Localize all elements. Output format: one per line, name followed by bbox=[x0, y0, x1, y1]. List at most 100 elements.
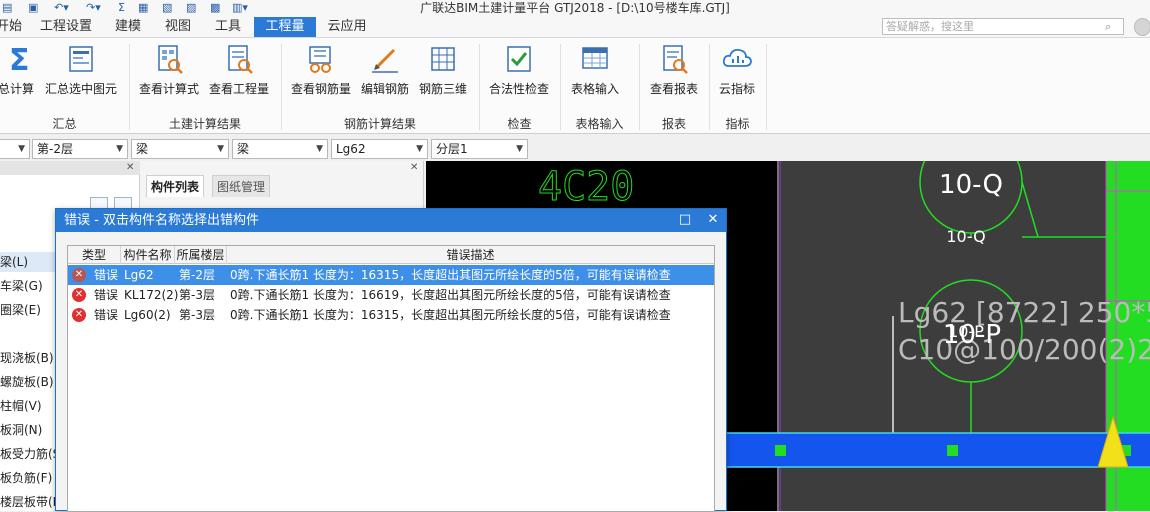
row-name[interactable]: KL172(2) bbox=[124, 285, 178, 305]
ribbon-separator bbox=[766, 44, 767, 130]
beam-name-label: Lg62 [8722] 250*55 bbox=[898, 296, 1150, 329]
validity-check-icon bbox=[507, 46, 531, 72]
chevron-down-icon: ▼ bbox=[217, 144, 224, 154]
tab-drawing-management[interactable]: 图纸管理 bbox=[212, 175, 271, 197]
tree-item-ramp-beam[interactable]: 车梁(G) bbox=[0, 276, 43, 296]
error-icon: ✕ bbox=[72, 268, 86, 282]
close-button[interactable]: ✕ bbox=[702, 209, 724, 232]
open-icon[interactable]: ▤ bbox=[2, 0, 12, 17]
menu-item-view[interactable]: 视图 bbox=[158, 17, 198, 37]
tree-item-column-cap[interactable]: 柱帽(V) bbox=[0, 396, 42, 416]
group-label-civil-results: 土建计算结果 bbox=[168, 117, 241, 131]
rebar-3d-button[interactable]: 钢筋三维 bbox=[416, 41, 470, 101]
table-icon[interactable]: ▥▾ bbox=[232, 0, 248, 17]
dialog-title[interactable]: 错误 - 双击构件名称选择出错构件 bbox=[56, 209, 726, 232]
maximize-icon: □ bbox=[678, 212, 692, 227]
search-input[interactable]: 答疑解惑，搜这里 bbox=[882, 18, 1124, 35]
view-icon[interactable]: ▦ bbox=[138, 0, 148, 17]
column-header-name[interactable]: 构件名称 bbox=[121, 246, 175, 264]
row-name[interactable]: Lg60(2) bbox=[124, 305, 171, 325]
view-report-button[interactable]: 查看报表 bbox=[646, 41, 702, 101]
group-label-summary: 汇总 bbox=[52, 117, 77, 131]
tree-item-spiral-slab[interactable]: 螺旋板(B) bbox=[0, 372, 54, 392]
undo-icon[interactable]: ↶▾ bbox=[54, 0, 69, 17]
table-row[interactable]: ✕ 错误 Lg60(2) 第-3层 0跨.下通长筋1 长度为：16315，长度超… bbox=[68, 305, 714, 325]
menu-item-project-settings[interactable]: 工程设置 bbox=[34, 17, 98, 37]
row-type: 错误 bbox=[94, 288, 119, 302]
axis-label: 10-P bbox=[948, 322, 984, 341]
grip-handle[interactable] bbox=[947, 445, 958, 456]
panel-header bbox=[0, 161, 140, 175]
axis-label: 10-Q bbox=[946, 227, 985, 246]
menu-item-cloud[interactable]: 云应用 bbox=[322, 17, 372, 37]
view-rebar-button[interactable]: 查看钢筋量 bbox=[288, 41, 354, 101]
edit-rebar-button[interactable]: 编辑钢筋 bbox=[358, 41, 412, 101]
menu-item-start[interactable]: 开始 bbox=[0, 17, 24, 37]
summary-selected-button[interactable]: 汇总选中图元 bbox=[42, 41, 120, 101]
cloud-index-button[interactable]: 云指标 bbox=[714, 41, 760, 101]
column-header-floor[interactable]: 所属楼层 bbox=[175, 246, 227, 264]
close-icon[interactable]: ✕ bbox=[410, 162, 418, 173]
summary-selected-icon bbox=[69, 46, 93, 72]
table-row[interactable]: ✕ 错误 KL172(2) 第-3层 0跨.下通长筋1 长度为：16619，长度… bbox=[68, 285, 714, 305]
menu-item-tools[interactable]: 工具 bbox=[208, 17, 248, 37]
menu-item-quantity[interactable]: 工程量 bbox=[254, 17, 316, 37]
combo-type[interactable]: 梁 ▼ bbox=[232, 139, 328, 159]
tree-item-slab-hole[interactable]: 板洞(N) bbox=[0, 420, 42, 440]
menu-item-modeling[interactable]: 建模 bbox=[108, 17, 148, 37]
report-icon bbox=[663, 45, 688, 74]
column-header-description[interactable]: 错误描述 bbox=[227, 246, 714, 264]
view-quantity-icon bbox=[228, 45, 253, 74]
validity-check-button[interactable]: 合法性检查 bbox=[486, 41, 552, 101]
svg-text:Σ: Σ bbox=[9, 43, 30, 76]
avatar[interactable] bbox=[1134, 18, 1150, 36]
tab-component-list[interactable]: 构件列表 bbox=[146, 175, 205, 197]
chevron-down-icon: ▼ bbox=[516, 144, 523, 154]
tree-item-ring-beam[interactable]: 圈梁(E) bbox=[0, 300, 41, 320]
table-icon[interactable]: ▩ bbox=[210, 0, 220, 17]
beam-lg62[interactable] bbox=[726, 433, 1150, 467]
combo-layer[interactable]: 分层1 ▼ bbox=[431, 139, 528, 159]
column-header-type[interactable]: 类型 bbox=[68, 246, 121, 264]
chevron-down-icon: ▼ bbox=[416, 144, 423, 154]
table-row[interactable]: ✕ 错误 Lg62 第-2层 0跨.下通长筋1 长度为：16315，长度超出其图… bbox=[68, 265, 714, 285]
maximize-button[interactable]: □ bbox=[674, 209, 696, 232]
chevron-down-icon: ▼ bbox=[116, 144, 123, 154]
table-header: 类型 构件名称 所属楼层 错误描述 bbox=[68, 246, 714, 264]
ribbon: Σ 总计算 汇总选中图元 查看计算式 查看工程量 查看钢筋量 编辑钢筋 钢筋三维… bbox=[0, 38, 1150, 134]
view-quantity-button[interactable]: 查看工程量 bbox=[206, 41, 272, 101]
table-input-button[interactable]: 表格输入 bbox=[568, 41, 622, 101]
search-icon[interactable]: ⌕ bbox=[1105, 19, 1121, 34]
combo-floor[interactable]: 第-2层 ▼ bbox=[32, 139, 128, 159]
calc-icon[interactable]: ▨ bbox=[186, 0, 196, 17]
chevron-down-icon: ▼ bbox=[316, 144, 323, 154]
view-rebar-icon bbox=[309, 46, 331, 73]
combo-category[interactable]: 梁 ▼ bbox=[131, 139, 229, 159]
tree-item-slab-rebar[interactable]: 板受力筋(S bbox=[0, 444, 60, 464]
table-input-icon bbox=[582, 47, 608, 69]
group-label-report: 报表 bbox=[661, 117, 686, 131]
filter-toolbar: ▼ 第-2层 ▼ 梁 ▼ 梁 ▼ Lg62 ▼ 分层1 ▼ bbox=[0, 137, 1150, 161]
rebar-3d-icon bbox=[431, 47, 455, 71]
edit-rebar-icon bbox=[372, 48, 398, 73]
close-icon[interactable]: ✕ bbox=[126, 162, 134, 173]
grip-handle[interactable] bbox=[775, 445, 786, 456]
combo-component[interactable]: Lg62 ▼ bbox=[331, 139, 428, 159]
sum-icon[interactable]: Σ bbox=[118, 0, 125, 17]
group-label-index: 指标 bbox=[725, 117, 750, 131]
combo-project[interactable]: ▼ bbox=[0, 139, 30, 159]
check-icon[interactable]: ▧ bbox=[162, 0, 172, 17]
error-table: 类型 构件名称 所属楼层 错误描述 ✕ 错误 Lg62 第-2层 0跨.下通长筋… bbox=[67, 245, 715, 512]
redo-icon[interactable]: ↷▾ bbox=[86, 0, 101, 17]
row-name[interactable]: Lg62 bbox=[124, 265, 154, 285]
close-icon: ✕ bbox=[707, 212, 719, 227]
row-floor: 第-3层 bbox=[179, 288, 215, 302]
tree-item-cast-slab[interactable]: 现浇板(B) bbox=[0, 348, 54, 368]
total-calc-button[interactable]: Σ 总计算 bbox=[0, 41, 38, 101]
save-icon[interactable]: ▣ bbox=[28, 0, 38, 17]
tree-item-slab-band[interactable]: 楼层板带(H bbox=[0, 492, 62, 512]
group-label-rebar-results: 钢筋计算结果 bbox=[343, 117, 416, 131]
view-formula-button[interactable]: 查看计算式 bbox=[136, 41, 202, 101]
tree-item-slab-neg-rebar[interactable]: 板负筋(F) bbox=[0, 468, 52, 488]
sigma-icon: Σ bbox=[9, 43, 30, 76]
